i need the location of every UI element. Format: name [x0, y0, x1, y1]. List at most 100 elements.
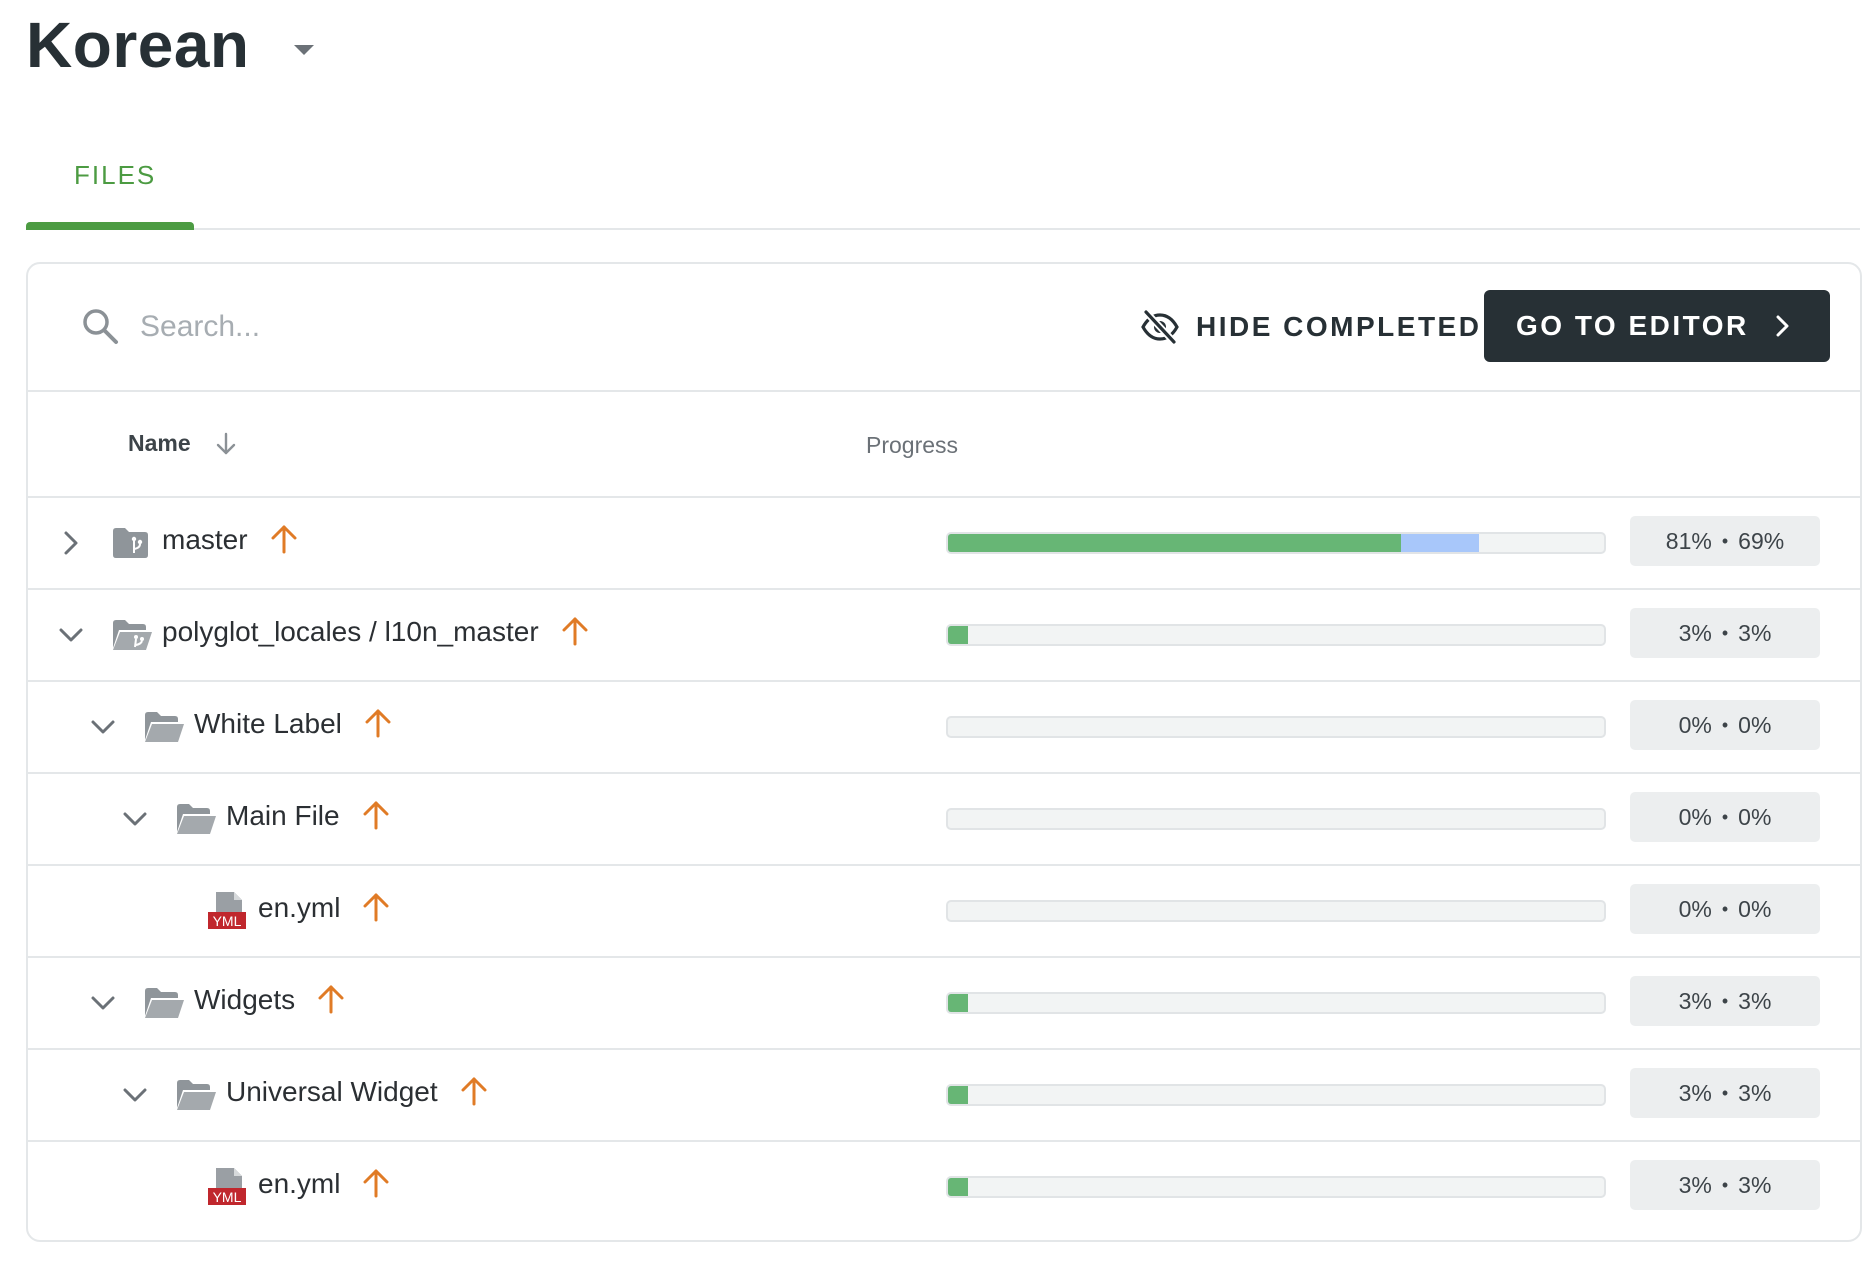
name-column-label: Name	[128, 430, 191, 456]
chevron-right-icon[interactable]	[56, 528, 86, 558]
upload-arrow-icon[interactable]	[360, 799, 392, 831]
approved-percent: 0%	[1738, 711, 1772, 738]
chevron-down-icon[interactable]	[88, 712, 118, 742]
file-type-badge: YML	[213, 1189, 242, 1205]
item-name[interactable]: en.yml	[258, 892, 392, 924]
branch-folder-icon	[113, 528, 148, 558]
branch-folder-open-icon	[113, 620, 152, 650]
item-name[interactable]: master	[162, 524, 300, 556]
chevron-down-icon[interactable]	[56, 620, 86, 650]
chevron-down-icon[interactable]	[120, 804, 150, 834]
item-name[interactable]: Main File	[226, 800, 392, 832]
arrow-down-icon	[216, 432, 235, 454]
upload-arrow-icon[interactable]	[458, 1075, 490, 1107]
upload-arrow-icon[interactable]	[315, 983, 347, 1015]
upload-arrow-icon[interactable]	[360, 1167, 392, 1199]
progress-bar[interactable]	[946, 624, 1606, 646]
item-name-label: Universal Widget	[226, 1076, 438, 1107]
progress-approved-fill	[948, 626, 968, 644]
separator-dot: •	[1721, 622, 1729, 643]
tab-active-indicator	[26, 222, 194, 230]
hide-completed-label: HIDE COMPLETED	[1196, 311, 1482, 342]
item-name-label: polyglot_locales / l10n_master	[162, 616, 539, 647]
progress-percent-badge[interactable]: 0% • 0%	[1630, 792, 1820, 842]
progress-percent-badge[interactable]: 0% • 0%	[1630, 700, 1820, 750]
item-name-label: en.yml	[258, 1168, 341, 1199]
separator-dot: •	[1721, 1082, 1729, 1103]
file-type-badge: YML	[213, 913, 242, 929]
chevron-down-icon[interactable]	[88, 988, 118, 1018]
page-title: Korean	[26, 9, 250, 81]
progress-percent-badge[interactable]: 0% • 0%	[1630, 884, 1820, 934]
chevron-right-icon	[1776, 315, 1789, 337]
chevron-down-icon[interactable]	[120, 1080, 150, 1110]
go-to-editor-button[interactable]: GO TO EDITOR	[1484, 290, 1830, 362]
progress-bar[interactable]	[946, 1176, 1606, 1198]
page: Korean FILES HIDE COMPLETED	[0, 0, 1874, 1270]
search-input[interactable]	[138, 300, 702, 354]
table-row[interactable]: Universal Widget 3% • 3%	[28, 1050, 1860, 1142]
upload-arrow-icon[interactable]	[559, 615, 591, 647]
translated-percent: 0%	[1678, 803, 1712, 830]
item-name[interactable]: White Label	[194, 708, 394, 740]
language-selector[interactable]: Korean	[26, 8, 314, 82]
separator-dot: •	[1721, 806, 1729, 827]
item-name[interactable]: en.yml	[258, 1168, 392, 1200]
table-row[interactable]: Main File 0% • 0%	[28, 774, 1860, 866]
progress-approved-fill	[948, 534, 1401, 552]
progress-percent-badge[interactable]: 3% • 3%	[1630, 608, 1820, 658]
separator-dot: •	[1721, 714, 1729, 735]
caret-down-icon	[293, 45, 314, 55]
separator-dot: •	[1721, 990, 1729, 1011]
table-row[interactable]: Widgets 3% • 3%	[28, 958, 1860, 1050]
table-row[interactable]: White Label 0% • 0%	[28, 682, 1860, 774]
progress-bar[interactable]	[946, 1084, 1606, 1106]
progress-percent-badge[interactable]: 3% • 3%	[1630, 1068, 1820, 1118]
progress-percent-badge[interactable]: 3% • 3%	[1630, 1160, 1820, 1210]
table-row[interactable]: master 81% • 69%	[28, 498, 1860, 590]
hide-completed-button[interactable]: HIDE COMPLETED	[1140, 296, 1481, 358]
files-panel: HIDE COMPLETED GO TO EDITOR Name Progres…	[26, 262, 1862, 1242]
approved-percent: 0%	[1738, 803, 1772, 830]
item-name[interactable]: Widgets	[194, 984, 347, 1016]
name-column-header[interactable]: Name	[128, 430, 239, 457]
progress-column-header: Progress	[866, 432, 959, 458]
search-icon	[83, 309, 118, 344]
table-header: Name Progress	[28, 392, 1860, 498]
translated-percent: 81%	[1665, 527, 1712, 554]
item-name[interactable]: polyglot_locales / l10n_master	[162, 616, 591, 648]
toolbar: HIDE COMPLETED GO TO EDITOR	[28, 264, 1860, 392]
file-tree: master 81% • 69% polyglot_locales / l10n_mas…	[28, 498, 1860, 1232]
yml-file-icon: YML	[208, 892, 246, 929]
progress-bar[interactable]	[946, 900, 1606, 922]
item-name-label: master	[162, 524, 248, 555]
folder-open-icon	[177, 804, 216, 834]
upload-arrow-icon[interactable]	[268, 523, 300, 555]
table-row[interactable]: YML en.yml 3% • 3%	[28, 1142, 1860, 1232]
tab-bar: FILES	[26, 140, 1860, 230]
progress-approved-fill	[948, 1086, 968, 1104]
progress-bar[interactable]	[946, 808, 1606, 830]
translated-percent: 3%	[1678, 619, 1712, 646]
table-row[interactable]: YML en.yml 0% • 0%	[28, 866, 1860, 958]
translated-percent: 0%	[1678, 711, 1712, 738]
upload-arrow-icon[interactable]	[360, 891, 392, 923]
approved-percent: 3%	[1738, 1171, 1772, 1198]
separator-dot: •	[1721, 898, 1729, 919]
progress-bar[interactable]	[946, 716, 1606, 738]
progress-bar[interactable]	[946, 532, 1606, 554]
eye-off-icon	[1141, 309, 1179, 345]
table-row[interactable]: polyglot_locales / l10n_master 3% • 3%	[28, 590, 1860, 682]
separator-dot: •	[1721, 530, 1729, 551]
item-name[interactable]: Universal Widget	[226, 1076, 490, 1108]
progress-percent-badge[interactable]: 3% • 3%	[1630, 976, 1820, 1026]
progress-bar[interactable]	[946, 992, 1606, 1014]
upload-arrow-icon[interactable]	[362, 707, 394, 739]
item-name-label: Main File	[226, 800, 340, 831]
tab-files[interactable]: FILES	[26, 140, 194, 230]
item-name-label: White Label	[194, 708, 342, 739]
approved-percent: 3%	[1738, 987, 1772, 1014]
translated-percent: 0%	[1678, 895, 1712, 922]
separator-dot: •	[1721, 1174, 1729, 1195]
progress-percent-badge[interactable]: 81% • 69%	[1630, 516, 1820, 566]
